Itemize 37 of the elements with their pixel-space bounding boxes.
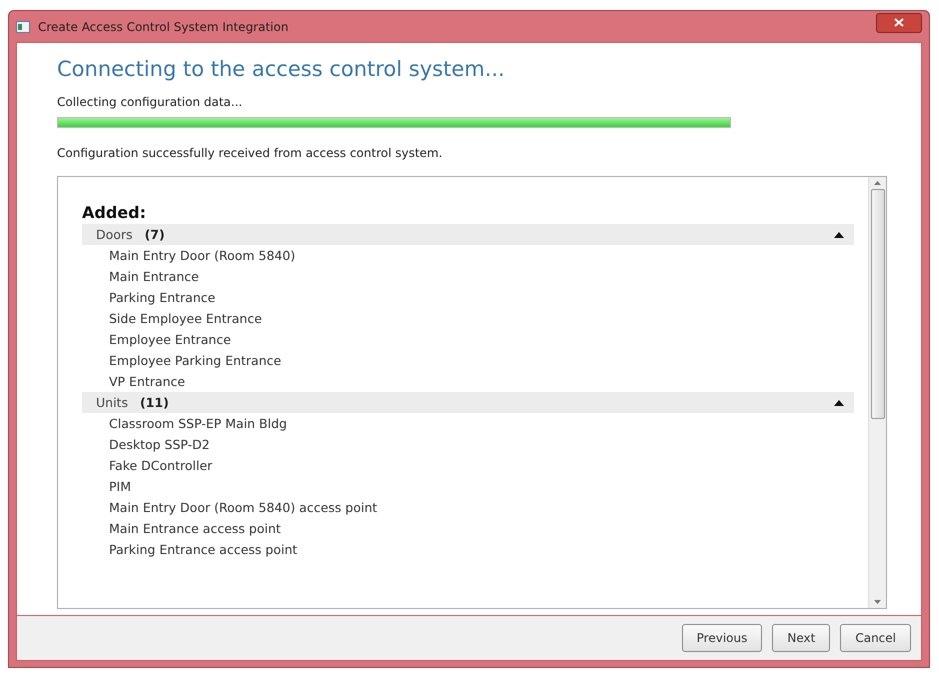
close-button[interactable] (876, 12, 922, 32)
group-count: (7) (144, 227, 165, 242)
scroll-down-icon[interactable] (874, 600, 881, 604)
window-icon (16, 20, 30, 32)
caret-icon[interactable] (834, 400, 844, 406)
list-item: PIM (108, 478, 132, 496)
list-item: VP Entrance (108, 373, 186, 391)
list-item: Classroom SSP-EP Main Bldg (108, 415, 288, 433)
list-item: Main Entry Door (Room 5840) (108, 247, 296, 265)
window-title: Create Access Control System Integration (38, 20, 288, 34)
group-name: Units (96, 395, 128, 410)
scroll-up-icon[interactable] (874, 181, 881, 185)
dialog-button[interactable]: Previous (682, 624, 762, 652)
close-icon (894, 18, 904, 27)
dialog-button[interactable]: Next (772, 624, 830, 652)
list-item: Desktop SSP-D2 (108, 436, 211, 454)
status-message: Configuration successfully received from access control system. (57, 146, 444, 160)
page-heading: Connecting to the access control system... (57, 57, 506, 81)
list-title: Added: (82, 203, 147, 222)
caret-icon[interactable] (834, 232, 844, 238)
list-item: Employee Parking Entrance (108, 352, 282, 370)
group-count: (11) (140, 395, 169, 410)
list-item: Main Entrance access point (108, 520, 282, 538)
scrollbar[interactable] (868, 177, 886, 608)
scrollbar-thumb[interactable] (870, 189, 884, 419)
group-header[interactable]: Units (11) (82, 392, 854, 413)
list-item: Main Entry Door (Room 5840) access point (108, 499, 378, 517)
group-header[interactable]: Doors (7) (82, 224, 854, 245)
dialog-button[interactable]: Cancel (840, 624, 911, 652)
list-item: Side Employee Entrance (108, 310, 263, 328)
list-item: Parking Entrance access point (108, 541, 298, 559)
list-item: Main Entrance (108, 268, 200, 286)
list-item: Employee Entrance (108, 331, 232, 349)
group-name: Doors (96, 227, 133, 242)
list-item: Fake DController (108, 457, 214, 475)
progress-label: Collecting configuration data... (57, 95, 244, 109)
list-item: Parking Entrance (108, 289, 216, 307)
